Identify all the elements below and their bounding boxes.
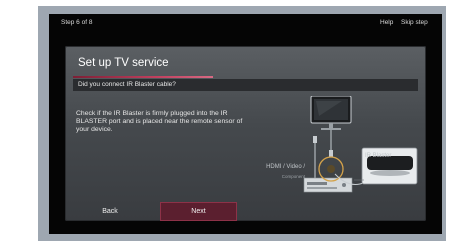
hdmi-label: HDMI / Video / bbox=[266, 164, 305, 170]
component-label: Component bbox=[281, 174, 305, 179]
back-button[interactable]: Back bbox=[73, 202, 147, 221]
skip-step-link[interactable]: Skip step bbox=[401, 19, 428, 26]
tv-screen: Step 6 of 8 Help Skip step Set up TV ser… bbox=[49, 14, 442, 234]
step-indicator: Step 6 of 8 bbox=[61, 19, 93, 26]
setup-dialog: Set up TV service Did you connect IR Bla… bbox=[65, 46, 426, 221]
title-underline bbox=[73, 76, 213, 78]
ir-blaster-label: IR Blaster bbox=[365, 153, 392, 159]
dialog-question: Did you connect IR Blaster cable? bbox=[78, 81, 176, 88]
instruction-text: Check if the IR Blaster is firmly plugge… bbox=[76, 110, 243, 134]
next-button[interactable]: Next bbox=[160, 202, 237, 221]
tv-icon bbox=[310, 96, 352, 130]
dialog-title: Set up TV service bbox=[78, 57, 169, 69]
ir-blaster-illustration bbox=[303, 96, 418, 193]
help-link[interactable]: Help bbox=[380, 19, 393, 26]
top-bar: Step 6 of 8 Help Skip step bbox=[49, 14, 442, 32]
